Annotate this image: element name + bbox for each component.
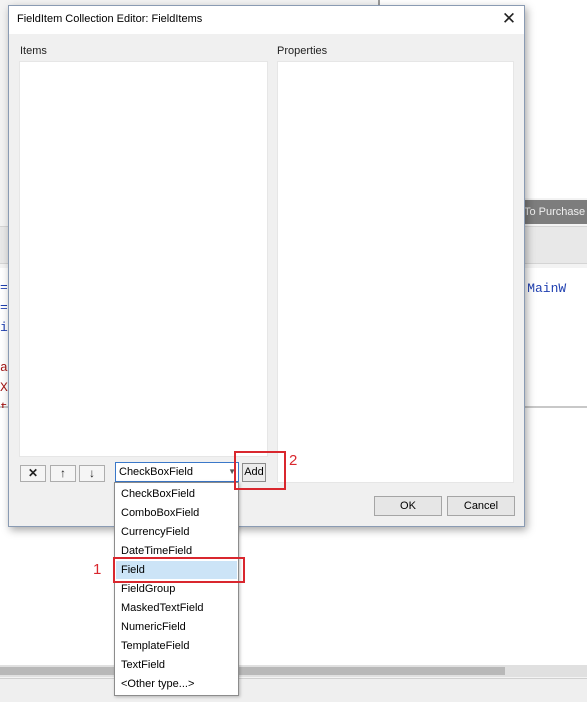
arrow-up-icon: ↑ [60,466,66,480]
cancel-button[interactable]: Cancel [447,496,515,516]
dropdown-option[interactable]: NumericField [116,618,237,636]
designer-tab[interactable]: To Purchase V [520,200,587,224]
item-type-combobox[interactable]: CheckBoxField ▼ [115,462,239,482]
combobox-value: CheckBoxField [119,466,193,478]
step1-highlight-box [113,557,245,583]
close-icon[interactable]: ✕ [496,8,522,32]
status-bar [0,678,587,702]
items-list[interactable] [19,61,268,457]
scrollbar-thumb[interactable] [0,667,505,675]
dropdown-option[interactable]: ComboBoxField [116,504,237,522]
horizontal-scrollbar[interactable] [0,665,587,677]
title-bar: FieldItem Collection Editor: FieldItems … [9,6,524,34]
items-label: Items [20,45,47,57]
dropdown-option[interactable]: TextField [116,656,237,674]
step2-number: 2 [289,452,298,469]
properties-label: Properties [277,45,328,57]
collection-editor-dialog: FieldItem Collection Editor: FieldItems … [8,5,525,527]
move-up-button[interactable]: ↑ [50,465,76,482]
dropdown-option[interactable]: TemplateField [116,637,237,655]
arrow-down-icon: ↓ [89,466,95,480]
dialog-title: FieldItem Collection Editor: FieldItems [17,13,203,25]
dropdown-option[interactable]: CurrencyField [116,523,237,541]
remove-item-button[interactable]: ✕ [20,465,46,482]
dropdown-option[interactable]: <Other type...> [116,675,237,693]
move-down-button[interactable]: ↓ [79,465,105,482]
properties-grid[interactable] [277,61,514,483]
remove-icon: ✕ [27,466,39,480]
step1-number: 1 [93,561,102,578]
step2-highlight-box [234,451,286,490]
dropdown-option[interactable]: CheckBoxField [116,485,237,503]
ok-button[interactable]: OK [374,496,442,516]
item-type-dropdown-list[interactable]: CheckBoxField ComboBoxField CurrencyFiel… [114,482,239,696]
dropdown-option[interactable]: MaskedTextField [116,599,237,617]
